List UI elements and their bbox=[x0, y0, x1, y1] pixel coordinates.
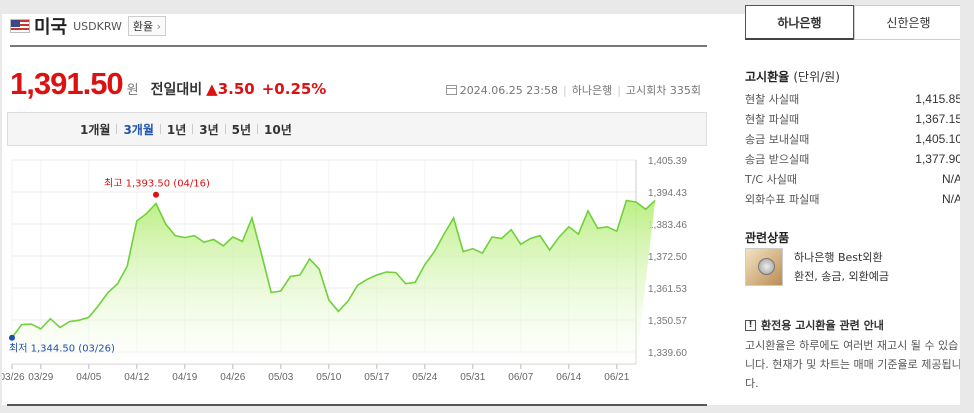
tab-hana-bank[interactable]: 하나은행 bbox=[745, 5, 854, 40]
rate-label: 외화수표 파실때 bbox=[745, 193, 820, 206]
bank-tabs: 하나은행 신한은행 bbox=[745, 5, 963, 40]
x-tick-label: 04/12 bbox=[124, 372, 149, 383]
rate-label: T/C 사실때 bbox=[745, 173, 797, 186]
high-label: 최고 1,393.50 (04/16) bbox=[104, 178, 210, 190]
tab-separator bbox=[116, 124, 118, 134]
y-tick-label: 1,405.39 bbox=[648, 156, 687, 167]
y-tick-label: 1,372.50 bbox=[648, 252, 687, 263]
rate-label: 송금 보내실때 bbox=[745, 133, 810, 146]
tab-separator bbox=[192, 124, 194, 134]
chart-svg: 1,405.39 1,394.43 1,383.46 1,372.50 1,361.53… bbox=[2, 156, 687, 383]
calendar-icon bbox=[445, 85, 457, 95]
low-label: 최저 1,344.50 (03/26) bbox=[9, 343, 115, 355]
low-point-marker bbox=[9, 334, 15, 341]
rate-value: 1,405.10 bbox=[915, 132, 962, 146]
exchange-rate-chart: 1,405.39 1,394.43 1,383.46 1,372.50 1,361.53… bbox=[2, 150, 707, 385]
currency-code: USDKRW bbox=[73, 19, 122, 33]
x-tick-label: 03/29 bbox=[28, 372, 53, 383]
rate-label: 현찰 사실때 bbox=[745, 93, 800, 106]
high-point-marker bbox=[153, 191, 159, 198]
rate-value: N/A bbox=[941, 172, 962, 186]
tab-shinhan-bank[interactable]: 신한은행 bbox=[854, 5, 963, 40]
notice-body: 고시환율은 하루에도 여러번 재고시 될 수 있습니다. 현재가 및 차트는 매… bbox=[745, 339, 962, 390]
rate-row: 송금 받으실때 1,377.90 bbox=[745, 149, 962, 169]
notice-count: 고시회차 335회 bbox=[625, 84, 701, 97]
country-name: 미국 bbox=[34, 17, 68, 38]
up-arrow-icon: ▲ bbox=[206, 80, 218, 98]
period-tab[interactable]: 1개월 bbox=[76, 121, 114, 138]
quote-datetime: 2024.06.25 23:58 bbox=[459, 83, 558, 97]
main-panel: 미국 USDKRW 환율 › 1,391.50 원 전일대비 ▲ 3.50 +0… bbox=[2, 0, 707, 406]
y-tick-label: 1,361.53 bbox=[648, 284, 687, 295]
rate-label: 송금 받으실때 bbox=[745, 153, 810, 166]
rate-row: 현찰 사실때 1,415.85 bbox=[745, 89, 962, 109]
period-tab[interactable]: 3년 bbox=[195, 121, 222, 138]
rate-value: 1,367.15 bbox=[915, 112, 962, 126]
x-tick-label: 03/26 bbox=[2, 372, 25, 383]
x-tick-label: 05/17 bbox=[364, 372, 389, 383]
rate-value: 1,377.90 bbox=[915, 152, 962, 166]
rate-value: 1,415.85 bbox=[915, 92, 962, 106]
rate-row: 현찰 파실때 1,367.15 bbox=[745, 109, 962, 129]
notice-title: ! 환전용 고시환율 관련 안내 bbox=[745, 317, 884, 333]
period-tab[interactable]: 10년 bbox=[260, 121, 296, 138]
change-percent: +0.25% bbox=[261, 80, 327, 98]
product-name[interactable]: 하나은행 Best외환 bbox=[794, 248, 889, 267]
quote-bank: 하나은행 bbox=[571, 84, 613, 97]
compare-label: 전일대비 bbox=[150, 82, 203, 98]
x-tick-label: 05/10 bbox=[316, 372, 341, 383]
period-tabs: 1개월 3개월 1년 3년 5년 10년 bbox=[7, 112, 707, 146]
tab-separator bbox=[224, 124, 226, 134]
x-tick-label: 05/24 bbox=[412, 372, 437, 383]
x-tick-label: 06/07 bbox=[508, 372, 533, 383]
rate-row: T/C 사실때 N/A bbox=[745, 169, 962, 189]
rate-row: 외화수표 파실때 N/A bbox=[745, 189, 962, 209]
x-tick-label: 04/26 bbox=[220, 372, 245, 383]
meta-separator: | bbox=[617, 83, 621, 97]
related-title: 관련상품 bbox=[745, 231, 790, 245]
rate-row: 송금 보내실때 1,405.10 bbox=[745, 129, 962, 149]
series-area bbox=[12, 200, 656, 364]
rates-list: 현찰 사실때 1,415.85 현찰 파실때 1,367.15 송금 보내실때 1,405… bbox=[745, 89, 962, 209]
right-gutter bbox=[960, 0, 974, 413]
y-tick-label: 1,350.57 bbox=[648, 316, 687, 327]
x-tick-label: 05/03 bbox=[268, 372, 293, 383]
period-tab[interactable]: 3개월 bbox=[119, 121, 157, 138]
y-tick-label: 1,394.43 bbox=[648, 188, 687, 199]
exchange-tag-button[interactable]: 환율 › bbox=[127, 16, 167, 36]
tab-separator bbox=[159, 124, 161, 134]
related-product[interactable]: 하나은행 Best외환 환전, 송금, 외환예금 bbox=[745, 248, 889, 286]
rate-value: N/A bbox=[941, 192, 962, 206]
y-tick-label: 1,339.60 bbox=[648, 348, 687, 359]
price-unit: 원 bbox=[126, 83, 139, 98]
rate-label: 현찰 파실때 bbox=[745, 113, 800, 126]
header-divider bbox=[10, 45, 707, 47]
meta-separator: | bbox=[562, 83, 567, 97]
chart-bottom-divider bbox=[7, 404, 707, 406]
exclamation-icon: ! bbox=[745, 319, 756, 331]
tab-separator bbox=[257, 124, 259, 134]
rates-unit: (단위/원) bbox=[793, 70, 840, 84]
currency-header: 미국 USDKRW 환율 › bbox=[10, 14, 167, 38]
x-tick-label: 06/21 bbox=[604, 372, 629, 383]
period-tab[interactable]: 1년 bbox=[163, 121, 190, 138]
x-tick-label: 05/31 bbox=[460, 372, 485, 383]
current-price: 1,391.50 bbox=[10, 66, 124, 101]
change-value: 3.50 bbox=[217, 80, 255, 98]
price-row: 1,391.50 원 전일대비 ▲ 3.50 +0.25% bbox=[10, 66, 326, 102]
x-tick-label: 04/19 bbox=[172, 372, 197, 383]
x-tick-label: 06/14 bbox=[556, 372, 581, 383]
product-desc: 환전, 송금, 외환예금 bbox=[794, 270, 889, 283]
quote-meta: 2024.06.25 23:58 | 하나은행 | 고시회차 335회 bbox=[445, 82, 701, 98]
rates-title: 고시환율 (단위/원) bbox=[745, 70, 840, 84]
coin-product-icon bbox=[745, 248, 783, 286]
period-tab[interactable]: 5년 bbox=[228, 121, 255, 138]
us-flag-icon bbox=[10, 19, 30, 33]
x-tick-label: 04/05 bbox=[76, 372, 101, 383]
y-tick-label: 1,383.46 bbox=[648, 220, 687, 231]
